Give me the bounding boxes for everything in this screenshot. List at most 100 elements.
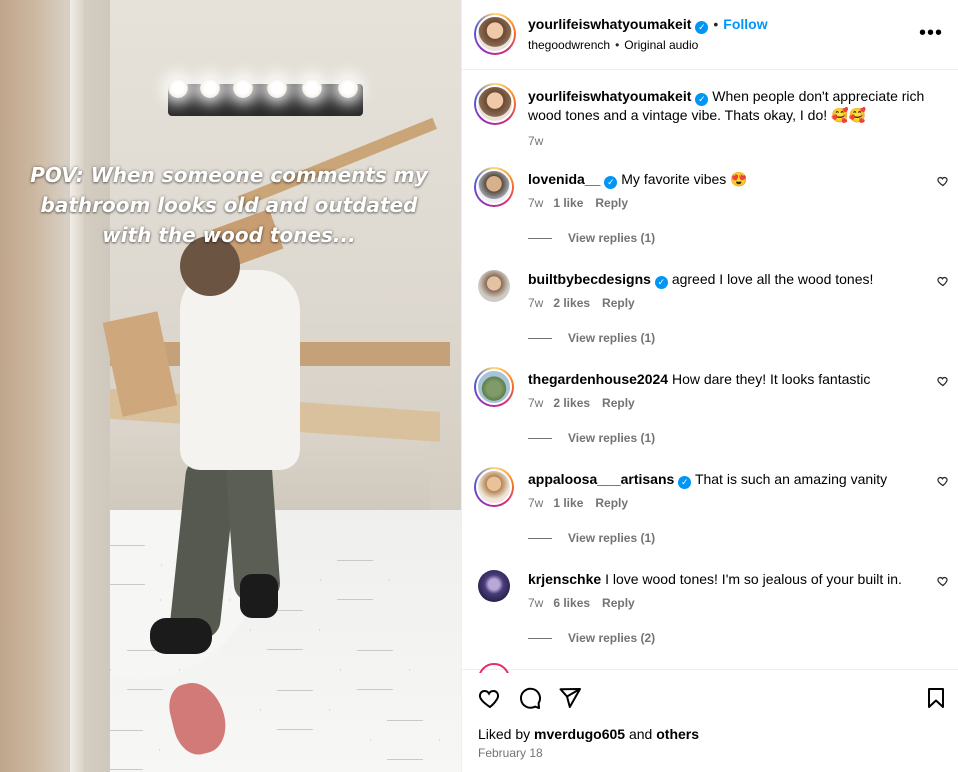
post-modal: POV: When someone comments my bathroom l… [0, 0, 958, 772]
like-comment-heart-icon[interactable] [937, 475, 949, 487]
commenter-avatar[interactable] [478, 270, 510, 302]
verified-badge-icon: ✓ [678, 476, 692, 489]
video-person-shoe [150, 618, 212, 654]
more-horizontal-icon[interactable]: ••• [919, 23, 943, 43]
liked-by-and: and [628, 726, 653, 742]
liked-by-others[interactable]: others [656, 726, 699, 742]
comment-item: appaloosa___artisans ✓ That is such an am… [462, 467, 958, 570]
liked-by-user[interactable]: mverdugo605 [534, 726, 625, 742]
video-light-fixture [168, 84, 363, 116]
view-replies-button[interactable]: View replies (2) [528, 631, 655, 645]
next-commenter-avatar-peek [478, 663, 510, 673]
commenter-avatar[interactable] [478, 570, 510, 602]
reply-button[interactable]: Reply [602, 396, 635, 410]
comment-username[interactable]: lovenida__ [528, 171, 600, 187]
comment-meta: 7w 2 likes Reply [528, 296, 635, 310]
liked-by-prefix: Liked by [478, 726, 531, 742]
post-date[interactable]: February 18 [478, 746, 543, 760]
caption-avatar[interactable] [474, 83, 516, 125]
comment-body: agreed I love all the wood tones! [671, 271, 874, 287]
comment-text: appaloosa___artisans ✓ That is such an am… [528, 470, 928, 489]
comment-text: krjenschke I love wood tones! I'm so jea… [528, 570, 928, 588]
comment-time: 7w [528, 296, 544, 310]
view-replies-button[interactable]: View replies (1) [528, 431, 655, 445]
comment-item: lovenida__ ✓ My favorite vibes 😍 7w 1 like… [462, 167, 958, 270]
comment-meta: 7w 2 likes Reply [528, 396, 635, 410]
caption-time: 7w [528, 134, 544, 148]
view-replies-line [528, 338, 552, 340]
comment-text: lovenida__ ✓ My favorite vibes 😍 [528, 170, 928, 189]
comments-panel: yourlifeiswhatyoumakeit ✓ • Follow thegoodw… [461, 0, 958, 772]
light-bulb [233, 78, 253, 98]
reply-button[interactable]: Reply [602, 296, 635, 310]
separator: • [615, 38, 620, 52]
follow-button[interactable]: Follow [723, 16, 767, 32]
caption-username[interactable]: yourlifeiswhatyoumakeit [528, 88, 691, 104]
verified-badge-icon: ✓ [695, 21, 709, 34]
commenter-avatar[interactable] [474, 467, 514, 507]
comment-username[interactable]: builtbybecdesigns [528, 271, 651, 287]
light-bulb [168, 78, 188, 98]
caption: yourlifeiswhatyoumakeit ✓ When people don… [528, 87, 928, 150]
like-comment-heart-icon[interactable] [937, 375, 949, 387]
post-header: yourlifeiswhatyoumakeit ✓ • Follow thegoodw… [462, 0, 958, 70]
comment-likes[interactable]: 2 likes [553, 396, 590, 410]
light-bulb [338, 78, 358, 98]
like-comment-heart-icon[interactable] [937, 175, 949, 187]
like-comment-heart-icon[interactable] [937, 275, 949, 287]
video-person-shoe [240, 574, 278, 618]
light-bulb [302, 78, 322, 98]
comment-likes[interactable]: 1 like [553, 496, 583, 510]
like-comment-heart-icon[interactable] [937, 575, 949, 587]
view-replies-line [528, 238, 552, 240]
share-send-icon[interactable] [558, 686, 582, 710]
reply-button[interactable]: Reply [602, 596, 635, 610]
reply-button[interactable]: Reply [595, 196, 628, 210]
comment-likes[interactable]: 1 like [553, 196, 583, 210]
reply-button[interactable]: Reply [595, 496, 628, 510]
comment-username[interactable]: thegardenhouse2024 [528, 371, 668, 387]
light-bulb [267, 78, 287, 98]
comment-time: 7w [528, 496, 544, 510]
view-replies-button[interactable]: View replies (1) [528, 531, 655, 545]
verified-badge-icon: ✓ [604, 176, 618, 189]
comment-time: 7w [528, 596, 544, 610]
author-username[interactable]: yourlifeiswhatyoumakeit [528, 16, 691, 32]
video-door [0, 0, 110, 772]
view-replies-line [528, 438, 552, 440]
author-avatar[interactable] [474, 13, 516, 55]
liked-by: Liked by mverdugo605 and others [478, 726, 699, 742]
post-video[interactable]: POV: When someone comments my bathroom l… [0, 0, 461, 772]
audio-line: thegoodwrench • Original audio [528, 38, 698, 52]
view-replies-button[interactable]: View replies (1) [528, 231, 655, 245]
comment-item: thegardenhouse2024 How dare they! It loo… [462, 367, 958, 470]
bookmark-save-icon[interactable] [924, 686, 948, 710]
verified-badge-icon: ✓ [654, 276, 668, 289]
comment-body: I love wood tones! I'm so jealous of you… [605, 571, 902, 587]
comment-likes[interactable]: 6 likes [553, 596, 590, 610]
video-overlay-text: POV: When someone comments my bathroom l… [30, 163, 428, 247]
view-replies-button[interactable]: View replies (1) [528, 331, 655, 345]
comment-likes[interactable]: 2 likes [553, 296, 590, 310]
comment-item: builtbybecdesigns ✓ agreed I love all the… [462, 270, 958, 370]
comment-bubble-icon[interactable] [518, 686, 542, 710]
commenter-avatar[interactable] [474, 167, 514, 207]
audio-user[interactable]: thegoodwrench [528, 38, 610, 52]
comment-body: My favorite vibes 😍 [621, 171, 748, 187]
comment-item: krjenschke I love wood tones! I'm so jea… [462, 570, 958, 670]
audio-label[interactable]: Original audio [624, 38, 698, 52]
comment-username[interactable]: appaloosa___artisans [528, 471, 674, 487]
author-line: yourlifeiswhatyoumakeit ✓ • Follow [528, 16, 768, 34]
comment-meta: 7w 6 likes Reply [528, 596, 635, 610]
comment-body: That is such an amazing vanity [694, 471, 888, 487]
video-person-torso [180, 270, 300, 470]
comment-text: builtbybecdesigns ✓ agreed I love all the… [528, 270, 928, 289]
view-replies-line [528, 638, 552, 640]
like-heart-icon[interactable] [478, 686, 502, 710]
video-door-edge [70, 0, 84, 772]
comment-meta: 7w 1 like Reply [528, 196, 628, 210]
separator: • [713, 16, 719, 32]
commenter-avatar[interactable] [474, 367, 514, 407]
comment-time: 7w [528, 396, 544, 410]
comment-username[interactable]: krjenschke [528, 571, 601, 587]
